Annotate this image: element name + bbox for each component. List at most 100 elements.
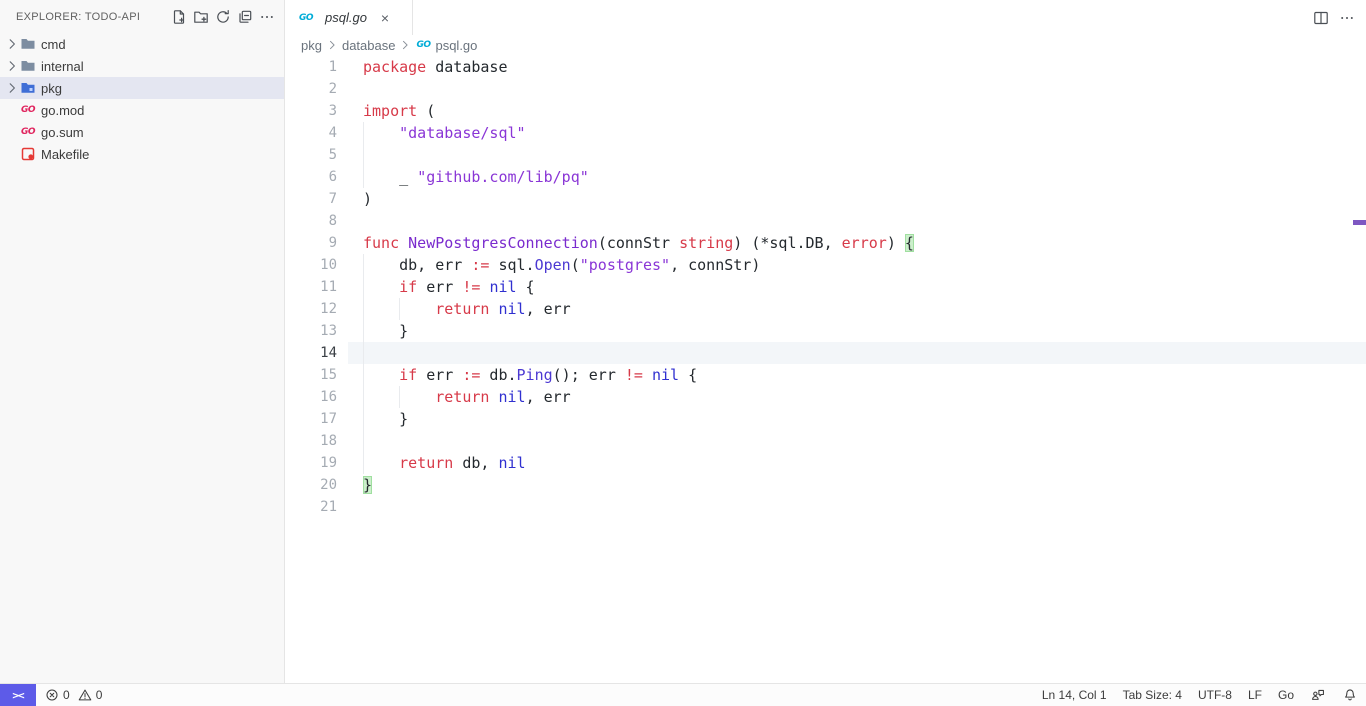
- code-line-16[interactable]: 16 return nil, err: [286, 386, 1366, 408]
- code-line-9[interactable]: 9func NewPostgresConnection(connStr stri…: [286, 232, 1366, 254]
- line-number[interactable]: 12: [286, 298, 337, 320]
- more-actions-button[interactable]: [256, 6, 278, 28]
- explorer-item-Makefile[interactable]: Makefile: [0, 143, 284, 165]
- new-folder-button[interactable]: [190, 6, 212, 28]
- line-number[interactable]: 13: [286, 320, 337, 342]
- code-line-2[interactable]: 2: [286, 78, 1366, 100]
- breadcrumb-separator-icon: [325, 38, 339, 52]
- code-token: , err: [526, 300, 571, 318]
- code-token: [643, 366, 652, 384]
- code-line-19[interactable]: 19 return db, nil: [286, 452, 1366, 474]
- code-line-15[interactable]: 15 if err := db.Ping(); err != nil {: [286, 364, 1366, 386]
- bell-button[interactable]: [1334, 684, 1366, 706]
- code-line-11[interactable]: 11 if err != nil {: [286, 276, 1366, 298]
- line-number[interactable]: 17: [286, 408, 337, 430]
- code-token: NewPostgresConnection: [408, 234, 598, 252]
- code-line-7[interactable]: 7): [286, 188, 1366, 210]
- error-icon: [44, 687, 60, 703]
- chevron-right-icon[interactable]: [4, 80, 20, 96]
- indent-guide: [363, 144, 364, 166]
- new-file-button[interactable]: [168, 6, 190, 28]
- line-number[interactable]: 18: [286, 430, 337, 452]
- tab-bar: GO psql.go ×: [286, 0, 1366, 35]
- code-line-21[interactable]: 21: [286, 496, 1366, 518]
- line-number[interactable]: 15: [286, 364, 337, 386]
- explorer-item-cmd[interactable]: cmd: [0, 33, 284, 55]
- code-token: func: [363, 234, 399, 252]
- code-line-12[interactable]: 12 return nil, err: [286, 298, 1366, 320]
- code-line-5[interactable]: 5: [286, 144, 1366, 166]
- explorer-item-go-sum[interactable]: GOgo.sum: [0, 121, 284, 143]
- line-number[interactable]: 3: [286, 100, 337, 122]
- refresh-button[interactable]: [212, 6, 234, 28]
- line-number[interactable]: 5: [286, 144, 337, 166]
- code-line-18[interactable]: 18: [286, 430, 1366, 452]
- indent-guide: [363, 276, 364, 298]
- twistie-spacer: [4, 124, 20, 140]
- line-number[interactable]: 6: [286, 166, 337, 188]
- code-token: err: [417, 366, 462, 384]
- line-number[interactable]: 10: [286, 254, 337, 276]
- close-tab-icon[interactable]: ×: [375, 8, 395, 28]
- code-line-20[interactable]: 20}: [286, 474, 1366, 496]
- status-eol-sequence[interactable]: LF: [1240, 684, 1270, 706]
- code-line-14[interactable]: 14: [286, 342, 1366, 364]
- remote-indicator[interactable]: ><: [0, 684, 36, 706]
- line-number[interactable]: 8: [286, 210, 337, 232]
- code-editor[interactable]: 1package database23import (4 "database/s…: [286, 55, 1366, 518]
- indent-guide: [363, 342, 364, 364]
- editor-group: GO psql.go × pkg database GOpsql.go 1packa…: [286, 0, 1366, 683]
- line-number[interactable]: 16: [286, 386, 337, 408]
- line-number[interactable]: 20: [286, 474, 337, 496]
- status-language-mode[interactable]: Go: [1270, 684, 1302, 706]
- code-token: nil: [498, 388, 525, 406]
- problems-status[interactable]: 00: [36, 684, 110, 706]
- more-actions-button[interactable]: [1336, 7, 1358, 29]
- line-number[interactable]: 7: [286, 188, 337, 210]
- code-line-1[interactable]: 1package database: [286, 56, 1366, 78]
- explorer-item-go-mod[interactable]: GOgo.mod: [0, 99, 284, 121]
- split-editor-button[interactable]: [1310, 7, 1332, 29]
- collapse-all-button[interactable]: [234, 6, 256, 28]
- line-number[interactable]: 14: [286, 342, 337, 364]
- explorer-item-label: Makefile: [41, 147, 89, 162]
- code-line-13[interactable]: 13 }: [286, 320, 1366, 342]
- code-line-10[interactable]: 10 db, err := sql.Open("postgres", connS…: [286, 254, 1366, 276]
- code-token: return: [399, 454, 453, 472]
- feedback-button[interactable]: [1302, 684, 1334, 706]
- status-cursor-position[interactable]: Ln 14, Col 1: [1034, 684, 1115, 706]
- refresh-icon: [215, 9, 231, 25]
- breadcrumb: pkg database GOpsql.go: [286, 35, 1366, 55]
- line-number[interactable]: 1: [286, 56, 337, 78]
- explorer-item-pkg[interactable]: pkg: [0, 77, 284, 99]
- code-line-8[interactable]: 8: [286, 210, 1366, 232]
- explorer-toolbar: [168, 6, 278, 28]
- chevron-right-icon[interactable]: [4, 36, 20, 52]
- folder-icon: [20, 58, 36, 74]
- breadcrumb-label: psql.go: [435, 38, 477, 53]
- explorer-item-label: go.mod: [41, 103, 84, 118]
- line-number[interactable]: 11: [286, 276, 337, 298]
- line-number[interactable]: 9: [286, 232, 337, 254]
- breadcrumb-item-database[interactable]: database: [342, 38, 396, 53]
- line-number[interactable]: 21: [286, 496, 337, 518]
- line-number[interactable]: 19: [286, 452, 337, 474]
- code-token: (: [571, 256, 580, 274]
- status-tab-size[interactable]: Tab Size: 4: [1115, 684, 1190, 706]
- line-number[interactable]: 2: [286, 78, 337, 100]
- breadcrumb-item-psql-go[interactable]: GOpsql.go: [415, 37, 477, 53]
- code-token: }: [363, 476, 372, 494]
- line-number[interactable]: 4: [286, 122, 337, 144]
- folder-icon: [20, 36, 36, 52]
- new-folder-icon: [193, 9, 209, 25]
- explorer-item-internal[interactable]: internal: [0, 55, 284, 77]
- code-line-6[interactable]: 6 _ "github.com/lib/pq": [286, 166, 1366, 188]
- code-line-17[interactable]: 17 }: [286, 408, 1366, 430]
- breadcrumb-item-pkg[interactable]: pkg: [301, 38, 322, 53]
- code-token: Open: [535, 256, 571, 274]
- code-line-4[interactable]: 4 "database/sql": [286, 122, 1366, 144]
- tab-psql-go[interactable]: GO psql.go ×: [286, 0, 413, 35]
- status-encoding[interactable]: UTF-8: [1190, 684, 1240, 706]
- code-line-3[interactable]: 3import (: [286, 100, 1366, 122]
- chevron-right-icon[interactable]: [4, 58, 20, 74]
